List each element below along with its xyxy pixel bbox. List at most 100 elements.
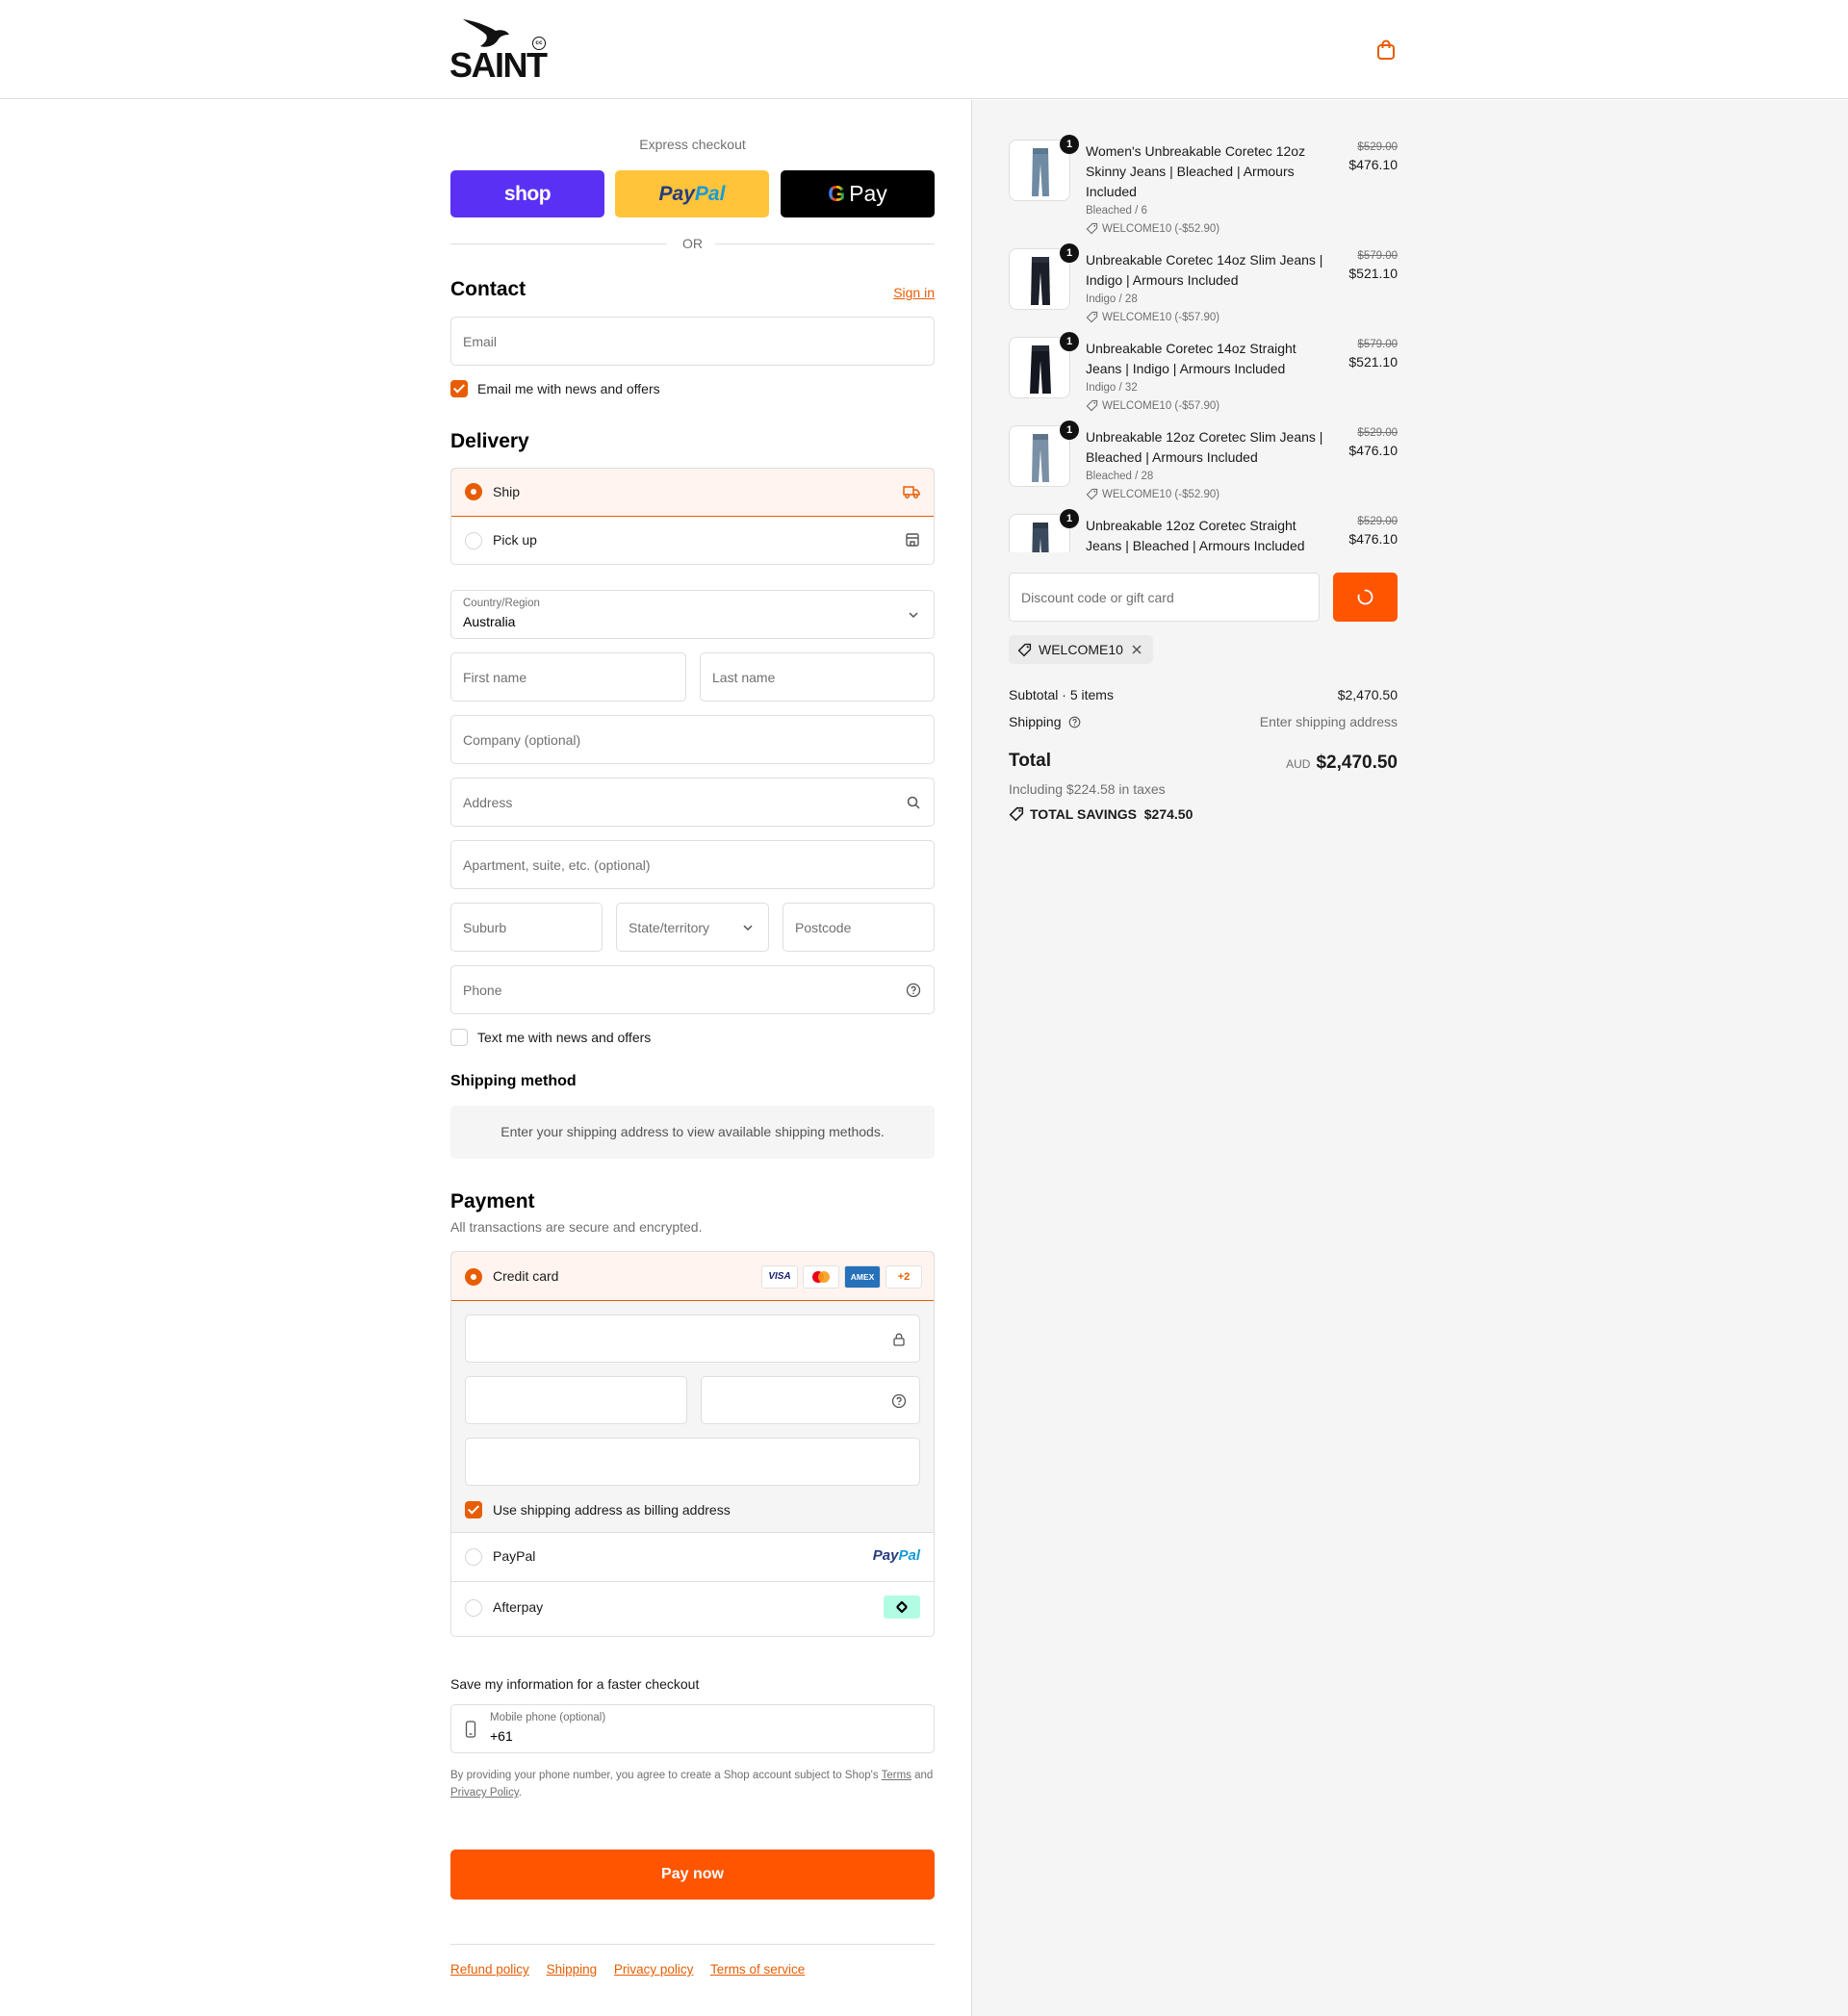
product-name: Unbreakable 12oz Coretec Straight Jeans … [1086, 518, 1305, 553]
billing-address-checkbox[interactable] [465, 1501, 482, 1518]
email-newsletter-label: Email me with news and offers [477, 381, 660, 396]
google-pay-logo: G Pay [828, 181, 887, 206]
shipping-policy-link[interactable]: Shipping [547, 1962, 598, 1977]
payment-option-paypal[interactable]: PayPal PayPal [451, 1533, 934, 1581]
total-amount: AUD $2,470.50 [1286, 753, 1398, 774]
address-field[interactable]: Address [450, 778, 935, 827]
visa-icon: VISA [761, 1265, 798, 1289]
company-field[interactable]: Company (optional) [450, 715, 935, 764]
privacy-policy-footer-link[interactable]: Privacy policy [614, 1962, 694, 1977]
apply-discount-button[interactable] [1333, 573, 1398, 622]
country-label: Country/Region [463, 598, 540, 609]
product-variant: Bleached / 28 [1086, 471, 1154, 482]
more-cards-badge: +2 [886, 1265, 922, 1289]
tag-icon [1009, 806, 1024, 822]
shopping-bag-icon[interactable] [1376, 39, 1396, 61]
product-discount: WELCOME10 (-$57.90) [1086, 311, 1219, 323]
subtotal-label: Subtotal · 5 items [1009, 687, 1114, 702]
product-variant: Indigo / 32 [1086, 382, 1138, 394]
or-text: OR [682, 236, 703, 251]
card-number-field[interactable] [465, 1314, 920, 1363]
express-checkout-title: Express checkout [639, 137, 746, 152]
payment-options: Credit card VISA AMEX +2 Use shipping ad… [450, 1251, 935, 1637]
pay-now-button[interactable]: Pay now [450, 1850, 935, 1900]
card-cvv-field[interactable] [701, 1376, 920, 1424]
taxes-note: Including $224.58 in taxes [1009, 781, 1166, 797]
shop-pay-label: shop [503, 182, 552, 205]
product-variant: Indigo / 28 [1086, 293, 1138, 305]
paypal-logo: PayPal [658, 182, 726, 205]
email-newsletter-checkbox[interactable] [450, 380, 468, 397]
quantity-badge: 1 [1060, 421, 1079, 440]
pickup-radio[interactable] [465, 532, 482, 549]
suburb-placeholder: Suburb [463, 920, 507, 935]
delivery-heading: Delivery [450, 430, 529, 452]
lock-icon [893, 1333, 905, 1346]
ship-label: Ship [493, 484, 521, 499]
tag-icon [1086, 222, 1098, 235]
cart-item: 1 Unbreakable 12oz Coretec Slim Jeans | … [1009, 421, 1398, 514]
loading-spinner-icon [1357, 589, 1373, 605]
tag-icon [1086, 399, 1098, 412]
afterpay-label: Afterpay [493, 1599, 544, 1615]
saint-logo[interactable]: SAINT cc [449, 17, 550, 83]
help-circle-icon[interactable] [1068, 716, 1081, 728]
suburb-field[interactable]: Suburb [450, 903, 603, 952]
credit-card-radio[interactable] [465, 1268, 482, 1286]
help-circle-icon[interactable] [906, 982, 921, 998]
delivery-option-ship[interactable]: Ship [451, 469, 934, 517]
discount-code-field[interactable]: Discount code or gift card [1009, 573, 1320, 622]
credit-card-label: Credit card [493, 1268, 559, 1284]
save-info-heading: Save my information for a faster checkou… [450, 1676, 700, 1692]
sms-newsletter-checkbox[interactable] [450, 1029, 468, 1046]
phone-field[interactable]: Phone [450, 965, 935, 1014]
apartment-field[interactable]: Apartment, suite, etc. (optional) [450, 840, 935, 889]
ship-radio[interactable] [465, 483, 482, 500]
close-icon[interactable] [1131, 644, 1142, 655]
payment-option-credit-card[interactable]: Credit card VISA AMEX +2 [451, 1252, 934, 1301]
country-value: Australia [463, 614, 516, 629]
discounted-price: $521.10 [1348, 266, 1398, 281]
postcode-field[interactable]: Postcode [783, 903, 935, 952]
help-circle-icon[interactable] [891, 1393, 907, 1409]
or-divider: OR [450, 234, 935, 253]
currency-code: AUD [1286, 757, 1311, 771]
cardholder-name-field[interactable] [465, 1438, 920, 1486]
tag-icon [1017, 643, 1032, 657]
mobile-phone-label: Mobile phone (optional) [490, 1712, 606, 1723]
payment-heading: Payment [450, 1190, 535, 1212]
original-price: $529.00 [1357, 141, 1398, 153]
cart-item: 1 Unbreakable Coretec 14oz Straight Jean… [1009, 332, 1398, 425]
afterpay-radio[interactable] [465, 1599, 482, 1617]
terms-link[interactable]: Terms [882, 1770, 911, 1781]
state-select[interactable]: State/territory [616, 903, 769, 952]
privacy-policy-link[interactable]: Privacy Policy [450, 1787, 519, 1799]
google-pay-button[interactable]: G Pay [781, 170, 935, 217]
shipping-method-heading: Shipping method [450, 1073, 577, 1089]
paypal-logo: PayPal [872, 1547, 920, 1564]
email-field[interactable]: Email [450, 317, 935, 366]
delivery-option-pickup[interactable]: Pick up [451, 517, 934, 564]
postcode-placeholder: Postcode [795, 920, 852, 935]
last-name-field[interactable]: Last name [700, 652, 935, 702]
total-savings-row: TOTAL SAVINGS $274.50 [1009, 806, 1398, 822]
refund-policy-link[interactable]: Refund policy [450, 1962, 529, 1977]
card-expiry-field[interactable] [465, 1376, 687, 1424]
discounted-price: $476.10 [1348, 443, 1398, 458]
paypal-radio[interactable] [465, 1548, 482, 1566]
phone-placeholder: Phone [463, 982, 502, 998]
payment-option-afterpay[interactable]: Afterpay [451, 1582, 934, 1636]
total-value: $2,470.50 [1316, 753, 1398, 773]
original-price: $529.00 [1357, 427, 1398, 439]
subtotal-value: $2,470.50 [1337, 687, 1398, 702]
paypal-express-button[interactable]: PayPal [615, 170, 769, 217]
mobile-phone-field[interactable]: Mobile phone (optional) +61 [450, 1704, 935, 1753]
shop-pay-button[interactable]: shop [450, 170, 604, 217]
afterpay-logo-icon [884, 1595, 920, 1619]
sign-in-link[interactable]: Sign in [893, 285, 935, 300]
country-select[interactable]: Country/Region Australia [450, 590, 935, 639]
terms-of-service-link[interactable]: Terms of service [710, 1962, 805, 1977]
total-savings-value: $274.50 [1143, 806, 1194, 822]
first-name-field[interactable]: First name [450, 652, 686, 702]
product-name: Unbreakable 12oz Coretec Slim Jeans | Bl… [1086, 429, 1323, 465]
